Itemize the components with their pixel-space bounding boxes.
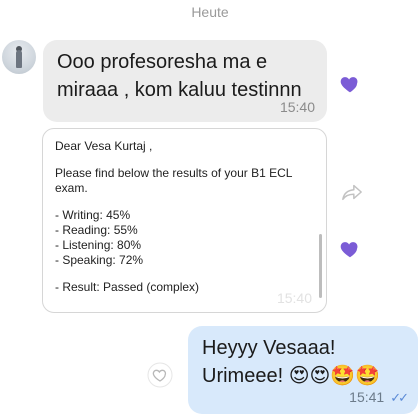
double-check-icon: ✓✓ [390, 390, 409, 405]
message-text: Ooo profesoresha ma e miraaa , kom kaluu… [57, 51, 302, 101]
outline-heart-icon[interactable] [147, 362, 173, 388]
card-line: exam. [55, 181, 88, 195]
card-line: - Speaking: 72% [55, 253, 144, 267]
card-scrollbar[interactable] [319, 234, 322, 298]
card-line: - Reading: 55% [55, 223, 138, 237]
date-separator: Heute [191, 4, 229, 20]
avatar-figure [16, 50, 22, 68]
share-icon[interactable] [341, 182, 363, 202]
exam-results-card[interactable]: Dear Vesa Kurtaj , Please find below the… [42, 128, 327, 313]
heart-icon[interactable] [339, 73, 361, 95]
card-line: Please find below the results of your B1… [55, 166, 293, 180]
avatar[interactable] [2, 40, 36, 74]
card-gap [55, 268, 314, 280]
card-line: Dear Vesa Kurtaj , [55, 139, 153, 153]
card-gap [55, 154, 314, 166]
card-gap [55, 196, 314, 208]
card-line: - Listening: 80% [55, 238, 142, 252]
message-text: Heyyy Vesaaa! Urimeee! 😍😍🤩🤩 [202, 337, 381, 387]
heart-icon[interactable] [339, 238, 361, 260]
message-time: 15:40 [276, 290, 312, 306]
message-time: 15:41 [349, 389, 385, 405]
card-line: - Result: Passed (complex) [55, 280, 200, 294]
message-bubble-incoming-1[interactable]: Ooo profesoresha ma e miraaa , kom kaluu… [43, 40, 327, 122]
card-line: - Writing: 45% [55, 208, 131, 222]
message-meta: 15:41 ✓✓ [349, 389, 409, 406]
message-bubble-outgoing[interactable]: Heyyy Vesaaa! Urimeee! 😍😍🤩🤩 15:41 ✓✓ [188, 326, 418, 414]
message-time: 15:40 [279, 99, 315, 115]
